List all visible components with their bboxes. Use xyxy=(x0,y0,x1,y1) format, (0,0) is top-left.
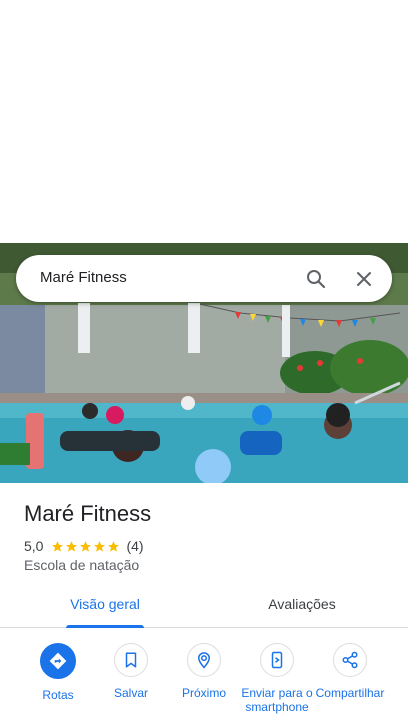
tab-overview-label: Visão geral xyxy=(70,596,140,612)
search-bar[interactable]: Maré Fitness xyxy=(16,255,392,302)
star-icon xyxy=(52,540,64,552)
rating-row[interactable]: 5,0 (4) xyxy=(24,537,144,555)
star-icon xyxy=(108,540,120,552)
tab-reviews[interactable]: Avaliações xyxy=(250,583,354,627)
close-icon[interactable] xyxy=(352,267,376,291)
directions-icon xyxy=(40,643,76,679)
send-to-phone-button[interactable]: Enviar para o smartphone xyxy=(239,643,315,714)
search-input[interactable]: Maré Fitness xyxy=(40,269,127,286)
nearby-button[interactable]: Próximo xyxy=(166,643,242,700)
review-count: (4) xyxy=(126,538,144,554)
place-title: Maré Fitness xyxy=(24,501,152,526)
tab-reviews-label: Avaliações xyxy=(268,596,336,612)
search-icon[interactable] xyxy=(304,267,328,291)
tab-overview[interactable]: Visão geral xyxy=(58,583,152,628)
star-icon xyxy=(66,540,78,552)
directions-button[interactable]: Rotas xyxy=(20,643,96,702)
rating-value: 5,0 xyxy=(24,538,44,554)
rating-stars xyxy=(51,540,121,553)
tab-bar: Visão geral Avaliações xyxy=(0,583,408,628)
star-icon xyxy=(94,540,106,552)
send-to-phone-icon xyxy=(260,643,294,677)
active-tab-indicator xyxy=(66,625,144,628)
nearby-icon xyxy=(187,643,221,677)
nearby-label: Próximo xyxy=(181,686,226,700)
share-label: Compartilhar xyxy=(315,686,385,700)
place-category: Escola de natação xyxy=(24,557,140,573)
send-to-phone-label: Enviar para o smartphone xyxy=(241,686,313,714)
save-button[interactable]: Salvar xyxy=(93,643,169,700)
save-label: Salvar xyxy=(113,686,148,700)
action-buttons: Rotas Salvar Próximo Enviar para o smart… xyxy=(0,643,408,726)
share-button[interactable]: Compartilhar xyxy=(312,643,388,700)
star-icon xyxy=(80,540,92,552)
place-details-sheet: Maré Fitness 5,0 (4) Escola de natação V… xyxy=(0,483,408,726)
bookmark-icon xyxy=(114,643,148,677)
directions-label: Rotas xyxy=(42,688,74,702)
share-icon xyxy=(333,643,367,677)
